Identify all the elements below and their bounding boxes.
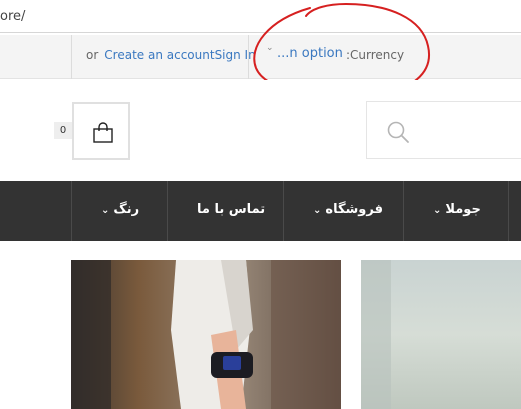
- account-links: or Create an accountSign In: [86, 48, 256, 62]
- cart-count-badge: 0: [54, 122, 72, 139]
- topbar-divider-2: [248, 35, 249, 79]
- sign-in-link[interactable]: Sign In: [215, 48, 256, 62]
- shopping-bag-icon: [93, 122, 113, 143]
- create-account-link[interactable]: Create an account: [104, 48, 214, 62]
- nav-divider: [508, 181, 509, 241]
- nav-divider: [283, 181, 284, 241]
- nav-item-contact[interactable]: تماس با ما: [197, 202, 265, 217]
- chevron-down-icon: ⌄: [101, 205, 110, 216]
- nav-item-joomla[interactable]: ⌄ جوملا: [433, 202, 481, 217]
- search-icon: [387, 121, 409, 143]
- product-image-sky[interactable]: [361, 260, 521, 409]
- currency-select-value: ...n option: [277, 46, 343, 61]
- nav-item-label: رنگ: [113, 202, 140, 217]
- main-nav: ⌄ رنگ تماس با ما ⌄ فروشگاه ⌄ جوملا: [0, 181, 521, 241]
- chevron-down-icon: ⌄: [266, 43, 274, 53]
- chevron-down-icon: ⌄: [433, 205, 442, 216]
- nav-divider: [403, 181, 404, 241]
- product-image-watch[interactable]: [71, 260, 341, 409]
- nav-item-color[interactable]: ⌄ رنگ: [101, 202, 139, 217]
- nav-item-shop[interactable]: ⌄ فروشگاه: [313, 202, 383, 217]
- topbar-divider: [71, 35, 72, 79]
- chevron-down-icon: ⌄: [313, 205, 322, 216]
- nav-divider: [71, 181, 72, 241]
- currency-select[interactable]: ⌄ ...n option: [266, 43, 343, 61]
- currency-label: :Currency: [346, 48, 405, 62]
- address-url[interactable]: ore/: [0, 9, 25, 24]
- or-text: or: [86, 48, 99, 62]
- nav-item-label: جوملا: [445, 202, 481, 217]
- address-bar[interactable]: ore/: [0, 0, 521, 33]
- search-box[interactable]: [366, 101, 521, 159]
- nav-item-label: فروشگاه: [325, 202, 383, 217]
- nav-item-label: تماس با ما: [197, 202, 266, 217]
- cart-button[interactable]: [72, 102, 130, 160]
- top-bar: or Create an accountSign In ⌄ ...n option …: [0, 35, 521, 79]
- nav-divider: [167, 181, 168, 241]
